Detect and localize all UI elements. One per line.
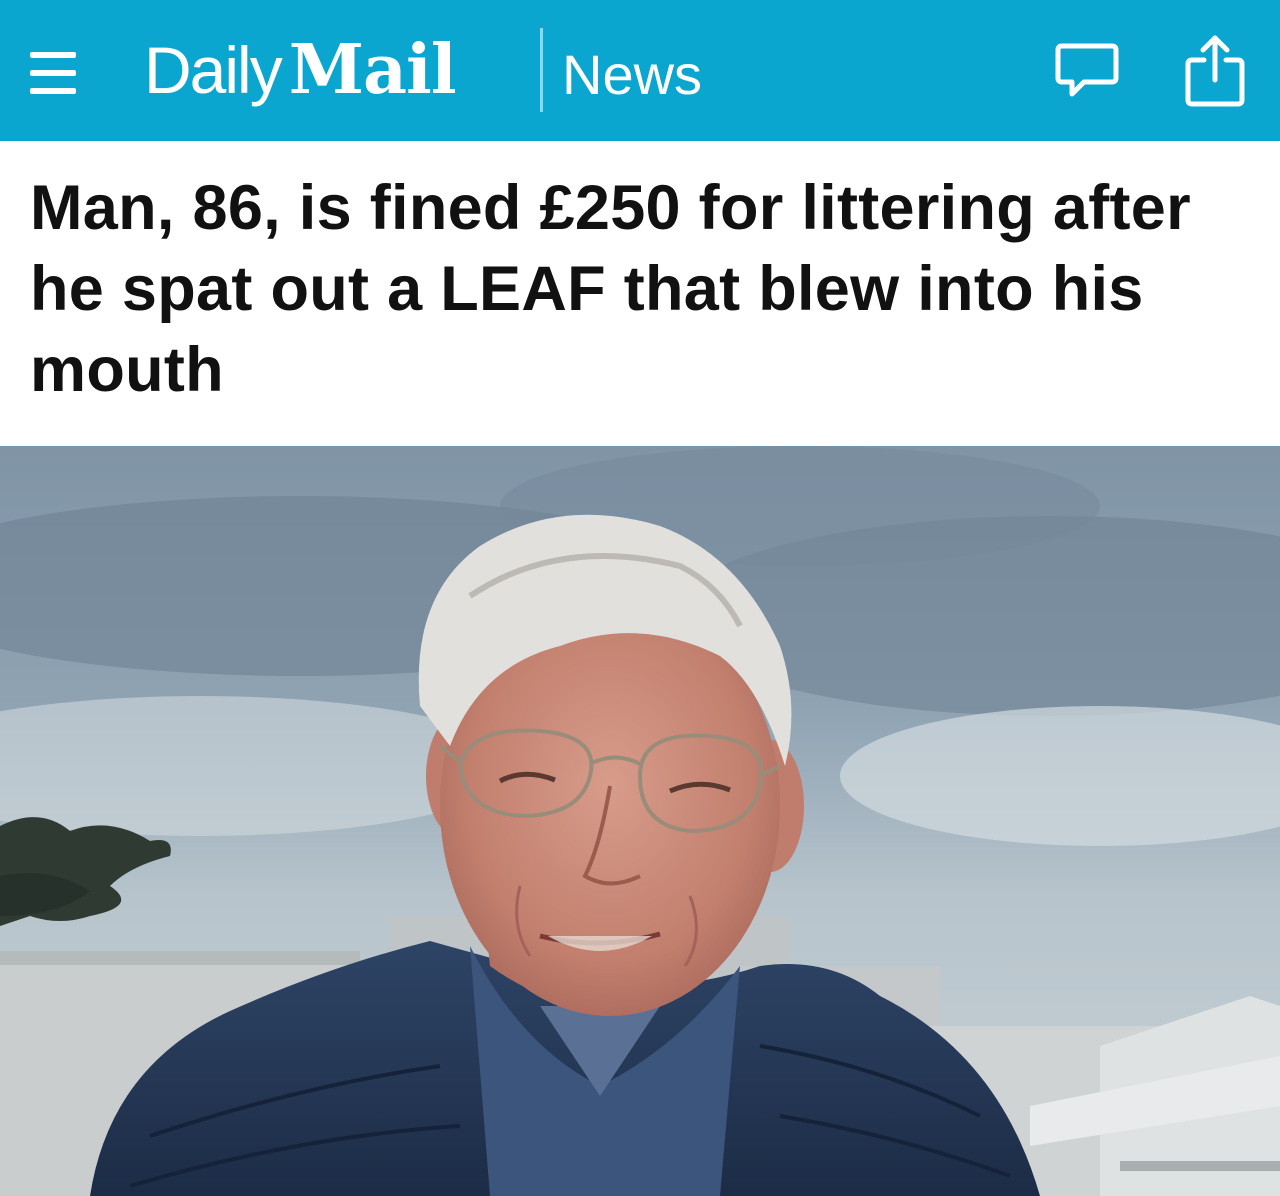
logo-mail-text: Mail xyxy=(288,30,457,110)
header-divider xyxy=(540,28,543,112)
article-headline[interactable]: Man, 86, is fined £250 for littering aft… xyxy=(30,168,1250,411)
section-news-link[interactable]: News xyxy=(562,40,702,110)
menu-line xyxy=(30,70,76,76)
top-bar: Daily Mail News xyxy=(0,0,1280,141)
hamburger-menu-icon[interactable] xyxy=(30,44,76,100)
menu-line xyxy=(30,88,76,94)
menu-line xyxy=(30,52,76,58)
logo-daily-text: Daily xyxy=(144,33,283,107)
share-icon[interactable] xyxy=(1180,30,1250,107)
comment-bubble-icon[interactable] xyxy=(1052,38,1122,108)
article-photo xyxy=(0,446,1280,1196)
article-page: Daily Mail News Man, 86, is fined £250 f… xyxy=(0,0,1280,1196)
site-logo[interactable]: Daily Mail xyxy=(144,30,457,110)
